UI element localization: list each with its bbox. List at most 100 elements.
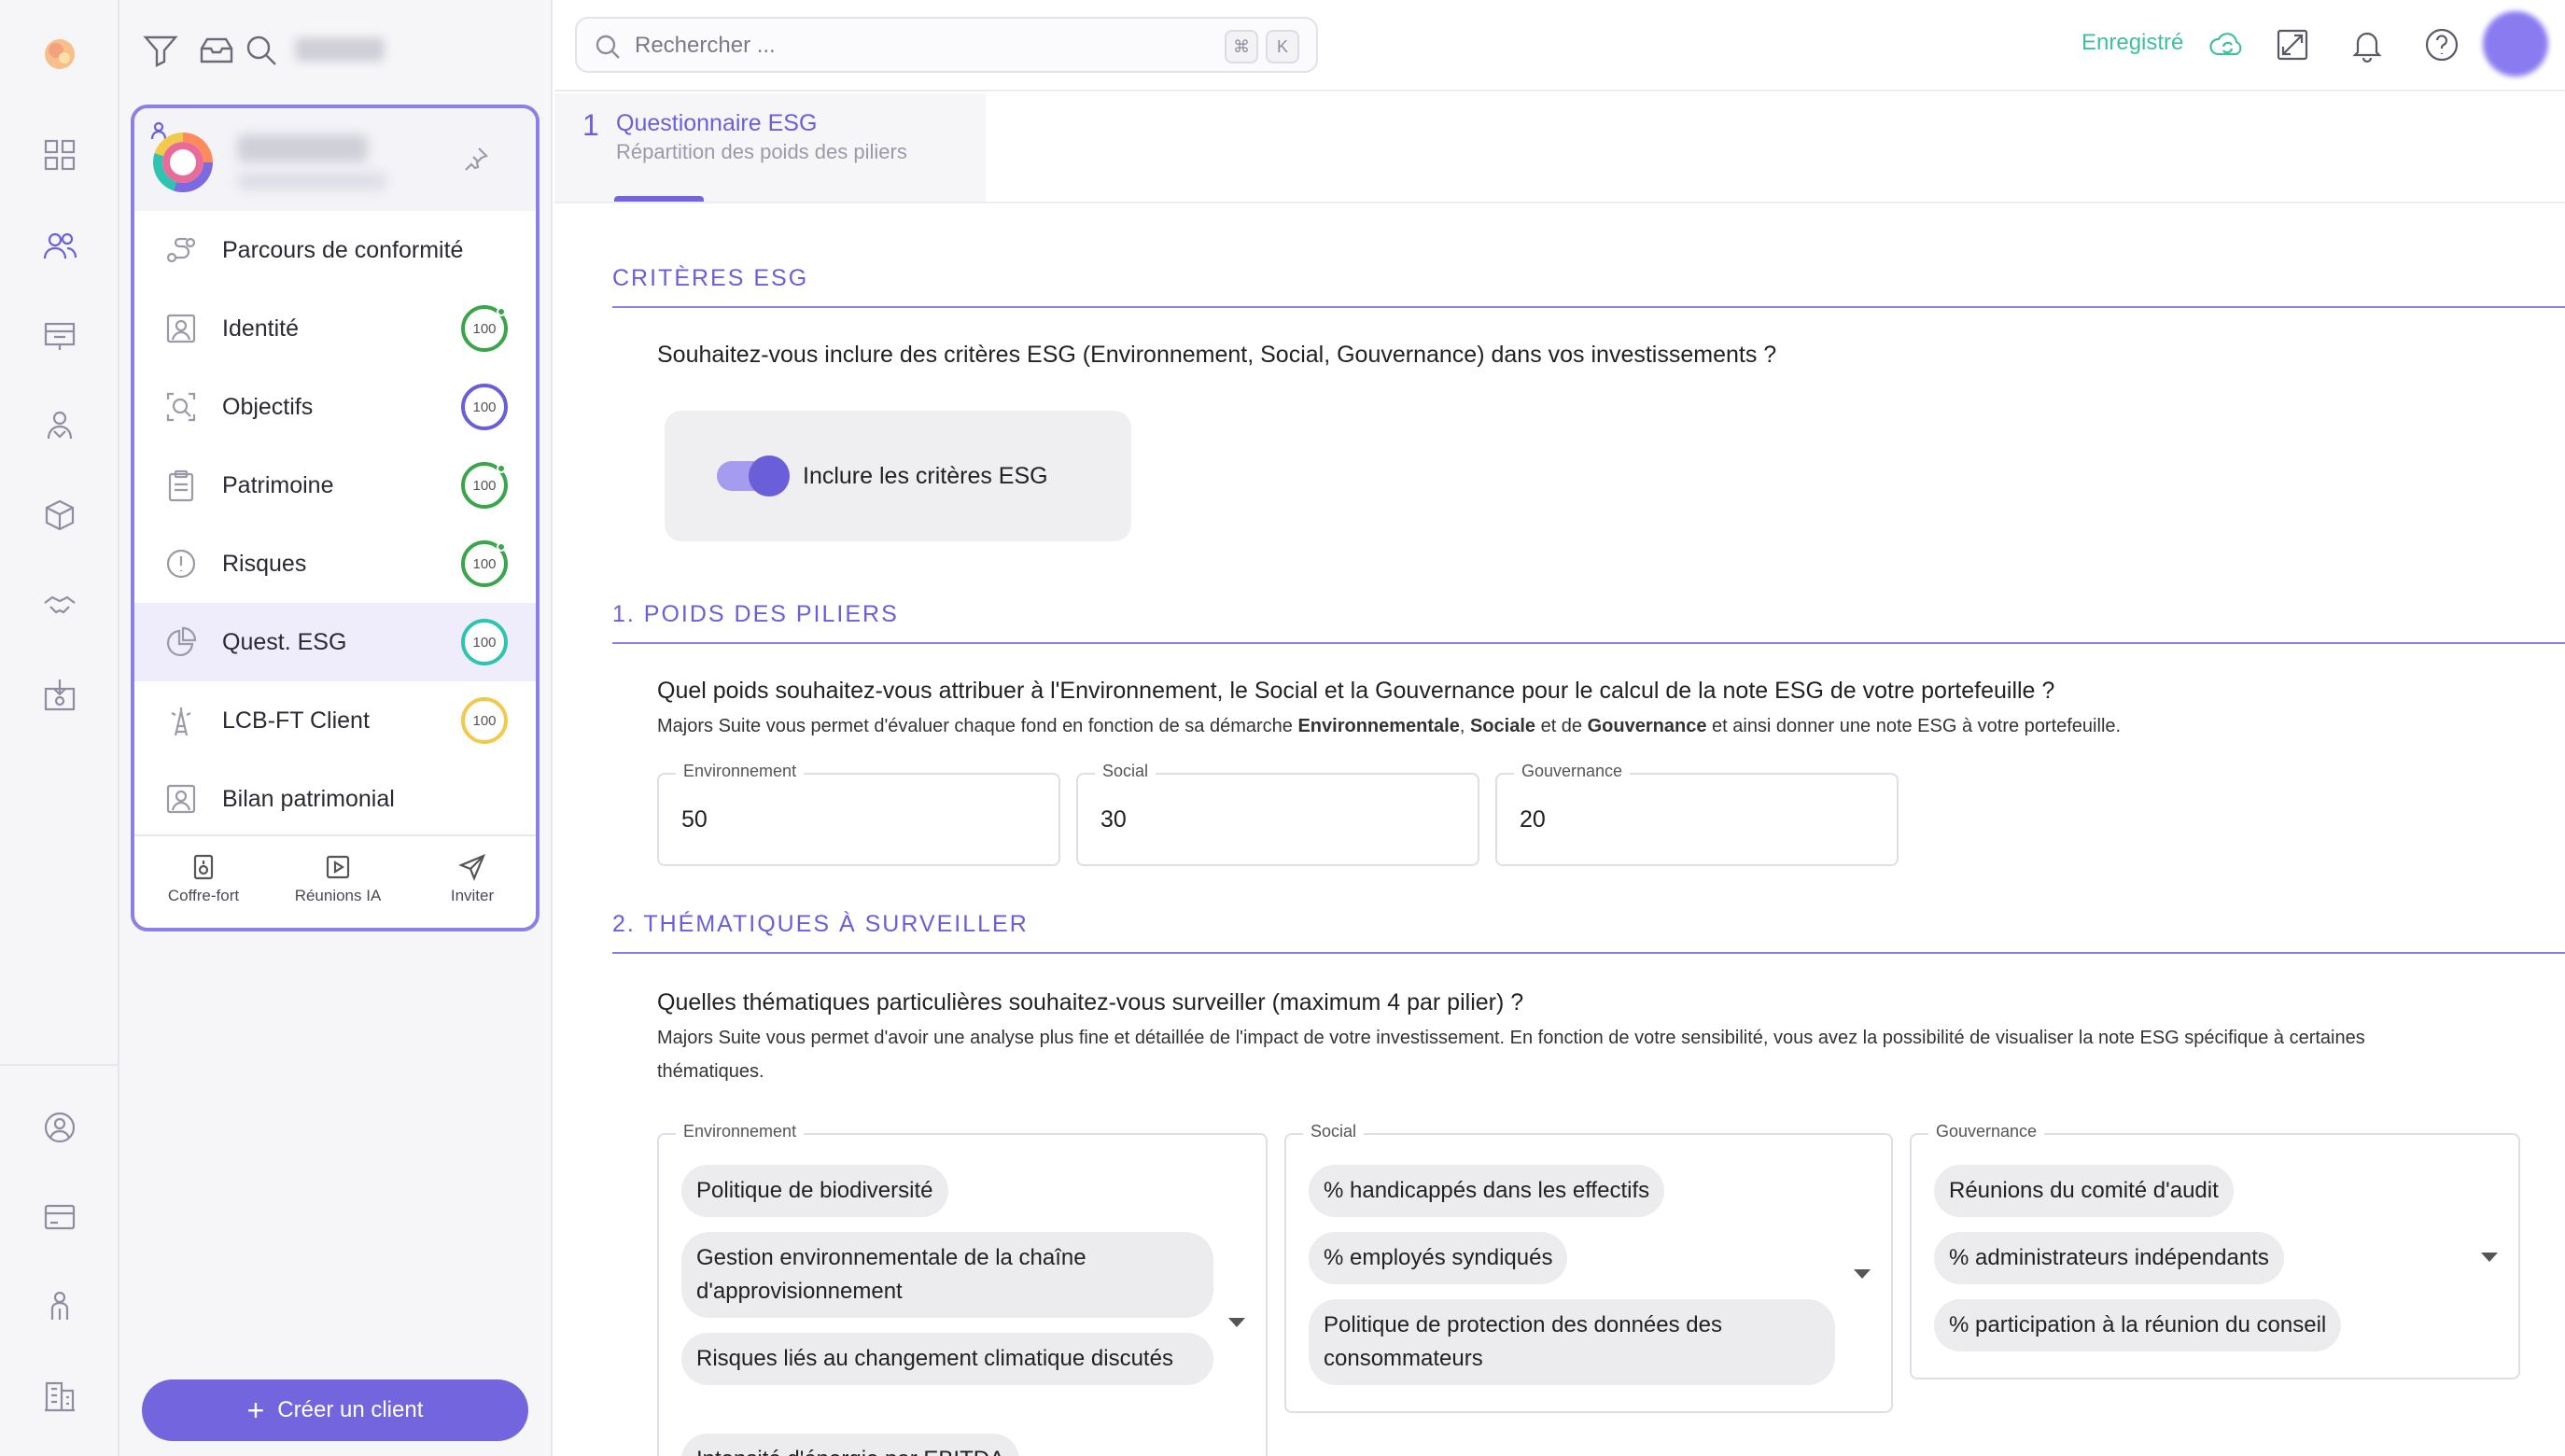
handshake-icon[interactable] xyxy=(35,581,84,629)
themes-governance-select[interactable]: Gouvernance Réunions du comité d'audit %… xyxy=(1910,1122,2520,1379)
sidebar-item-label: LCB-FT Client xyxy=(222,707,370,734)
step-tab-esg[interactable]: 1 Questionnaire ESG Répartition des poid… xyxy=(554,93,986,203)
theme-chip[interactable]: % handicappés dans les effectifs xyxy=(1309,1165,1665,1217)
sidebar-item-quest-esg[interactable]: Quest. ESG 100 xyxy=(134,603,536,681)
themes-environment-select[interactable]: Environnement Politique de biodiversité … xyxy=(657,1122,1268,1456)
sidebar-item-lcb-ft[interactable]: LCB-FT Client 100 xyxy=(134,681,536,760)
esg-toggle-label[interactable]: Inclure les critères ESG xyxy=(803,463,1048,490)
tabs-divider xyxy=(554,202,2565,203)
client-card-header[interactable] xyxy=(134,108,536,211)
sidebar-item-label: Risques xyxy=(222,550,307,577)
app-logo-icon[interactable] xyxy=(35,30,84,78)
themes-social-select[interactable]: Social % handicappés dans les effectifs … xyxy=(1284,1122,1893,1413)
help-icon[interactable] xyxy=(2423,26,2460,63)
section-title-themes: 2. THÉMATIQUES À SURVEILLER xyxy=(612,911,1029,937)
themes-question: Quelles thématiques particulières souhai… xyxy=(657,989,1524,1015)
send-icon xyxy=(458,853,486,881)
user-avatar[interactable] xyxy=(2483,11,2548,77)
theme-chip[interactable]: Politique de biodiversité xyxy=(681,1165,948,1217)
sidebar-item-identite[interactable]: Identité 100 xyxy=(134,289,536,368)
sidebar-item-objectifs[interactable]: Objectifs 100 xyxy=(134,368,536,446)
theme-chip[interactable]: Intensité d'énergie par EBITDA xyxy=(681,1434,1020,1456)
rail-divider xyxy=(0,1064,119,1066)
weight-environment-field[interactable]: Environnement 50 xyxy=(657,762,1060,866)
saved-status: Enregistré xyxy=(2081,30,2184,55)
chevron-down-icon[interactable] xyxy=(2481,1253,2498,1262)
field-value: 30 xyxy=(1100,806,1127,833)
field-label: Environnement xyxy=(676,1122,805,1141)
top-header: ⌘ K Enregistré xyxy=(554,0,2565,91)
billing-icon[interactable] xyxy=(35,1193,84,1241)
field-value: 20 xyxy=(1520,806,1546,833)
target-icon xyxy=(164,390,198,424)
ai-meetings-button[interactable]: Réunions IA xyxy=(282,853,394,905)
pin-icon[interactable] xyxy=(463,146,489,172)
portrait-icon xyxy=(164,782,198,816)
products-icon[interactable] xyxy=(35,491,84,539)
cloud-sync-icon xyxy=(2208,26,2246,63)
toggle-knob xyxy=(749,455,790,497)
expand-icon[interactable] xyxy=(2274,26,2311,63)
account-icon[interactable] xyxy=(35,1103,84,1152)
step-subtitle: Répartition des poids des piliers xyxy=(616,140,907,163)
shortcut-cmd-key: ⌘ xyxy=(1225,30,1258,63)
app-rail xyxy=(0,0,119,1456)
section-title-criteria: CRITÈRES ESG xyxy=(612,265,809,291)
client-avatar xyxy=(153,133,213,192)
chevron-down-icon[interactable] xyxy=(1854,1269,1871,1279)
archive-icon[interactable] xyxy=(198,32,235,69)
sidebar-item-label: Patrimoine xyxy=(222,471,334,498)
create-client-button[interactable]: + Créer un client xyxy=(142,1379,528,1441)
client-card: Parcours de conformité Identité 100 Obje… xyxy=(131,105,540,931)
weight-governance-field[interactable]: Gouvernance 20 xyxy=(1495,762,1899,866)
field-label: Social xyxy=(1095,762,1156,781)
esg-toggle-switch[interactable] xyxy=(717,455,790,497)
vault-button[interactable]: Coffre-fort xyxy=(147,853,259,905)
section-divider xyxy=(612,306,2565,308)
esg-toggle-card: Inclure les critères ESG xyxy=(665,411,1131,541)
theme-chip[interactable]: Risques liés au changement climatique di… xyxy=(681,1333,1213,1385)
board-icon[interactable] xyxy=(35,312,84,360)
client-card-footer: Coffre-fort Réunions IA Inviter xyxy=(134,834,536,928)
clipboard-icon xyxy=(164,469,198,502)
theme-chip[interactable]: Réunions du comité d'audit xyxy=(1934,1165,2234,1217)
advisor-icon[interactable] xyxy=(35,401,84,450)
theme-chip[interactable]: Politique de protection des données des … xyxy=(1309,1299,1835,1385)
theme-chip[interactable]: % participation à la réunion du conseil xyxy=(1934,1299,2342,1351)
search-icon[interactable] xyxy=(243,32,280,69)
theme-chip[interactable]: % employés syndiqués xyxy=(1309,1232,1568,1284)
themes-hint: Majors Suite vous permet d'avoir une ana… xyxy=(657,1028,2365,1082)
sidebar-item-patrimoine[interactable]: Patrimoine 100 xyxy=(134,446,536,525)
theme-chip[interactable]: Gestion environnementale de la chaîne d'… xyxy=(681,1232,1213,1318)
chevron-down-icon[interactable] xyxy=(1228,1318,1245,1327)
sidebar-item-bilan[interactable]: Bilan patrimonial xyxy=(134,760,536,838)
plus-icon: + xyxy=(246,1393,265,1427)
weights-question: Quel poids souhaitez-vous attribuer à l'… xyxy=(657,678,2055,704)
theme-chip[interactable]: % administrateurs indépendants xyxy=(1934,1232,2284,1284)
global-search[interactable]: ⌘ K xyxy=(575,17,1318,73)
invite-button[interactable]: Inviter xyxy=(416,853,528,905)
bell-icon[interactable] xyxy=(2348,26,2386,63)
inbox-download-icon[interactable] xyxy=(35,670,84,719)
section-divider xyxy=(612,952,2565,954)
sidebar-item-label: Bilan patrimonial xyxy=(222,785,395,812)
id-card-icon xyxy=(164,312,198,345)
sidebar-item-risques[interactable]: Risques 100 xyxy=(134,525,536,603)
tower-icon xyxy=(164,704,198,737)
dashboard-icon[interactable] xyxy=(35,131,84,179)
team-icon[interactable] xyxy=(35,1282,84,1331)
search-input[interactable] xyxy=(635,28,1195,63)
shortcut-k-key: K xyxy=(1266,30,1299,63)
completion-badge: 100 xyxy=(461,540,508,587)
weights-hint: Majors Suite vous permet d'évaluer chaqu… xyxy=(657,716,2122,736)
sidebar-item-label: Quest. ESG xyxy=(222,628,347,655)
redacted-client-name xyxy=(237,134,368,162)
sidebar-item-parcours[interactable]: Parcours de conformité xyxy=(134,211,536,289)
completion-badge: 100 xyxy=(461,305,508,352)
completion-badge: 100 xyxy=(461,619,508,665)
filter-icon[interactable] xyxy=(142,32,179,69)
sidebar-item-label: Parcours de conformité xyxy=(222,236,464,263)
weight-social-field[interactable]: Social 30 xyxy=(1076,762,1479,866)
clients-icon[interactable] xyxy=(35,222,84,271)
building-icon[interactable] xyxy=(35,1372,84,1421)
